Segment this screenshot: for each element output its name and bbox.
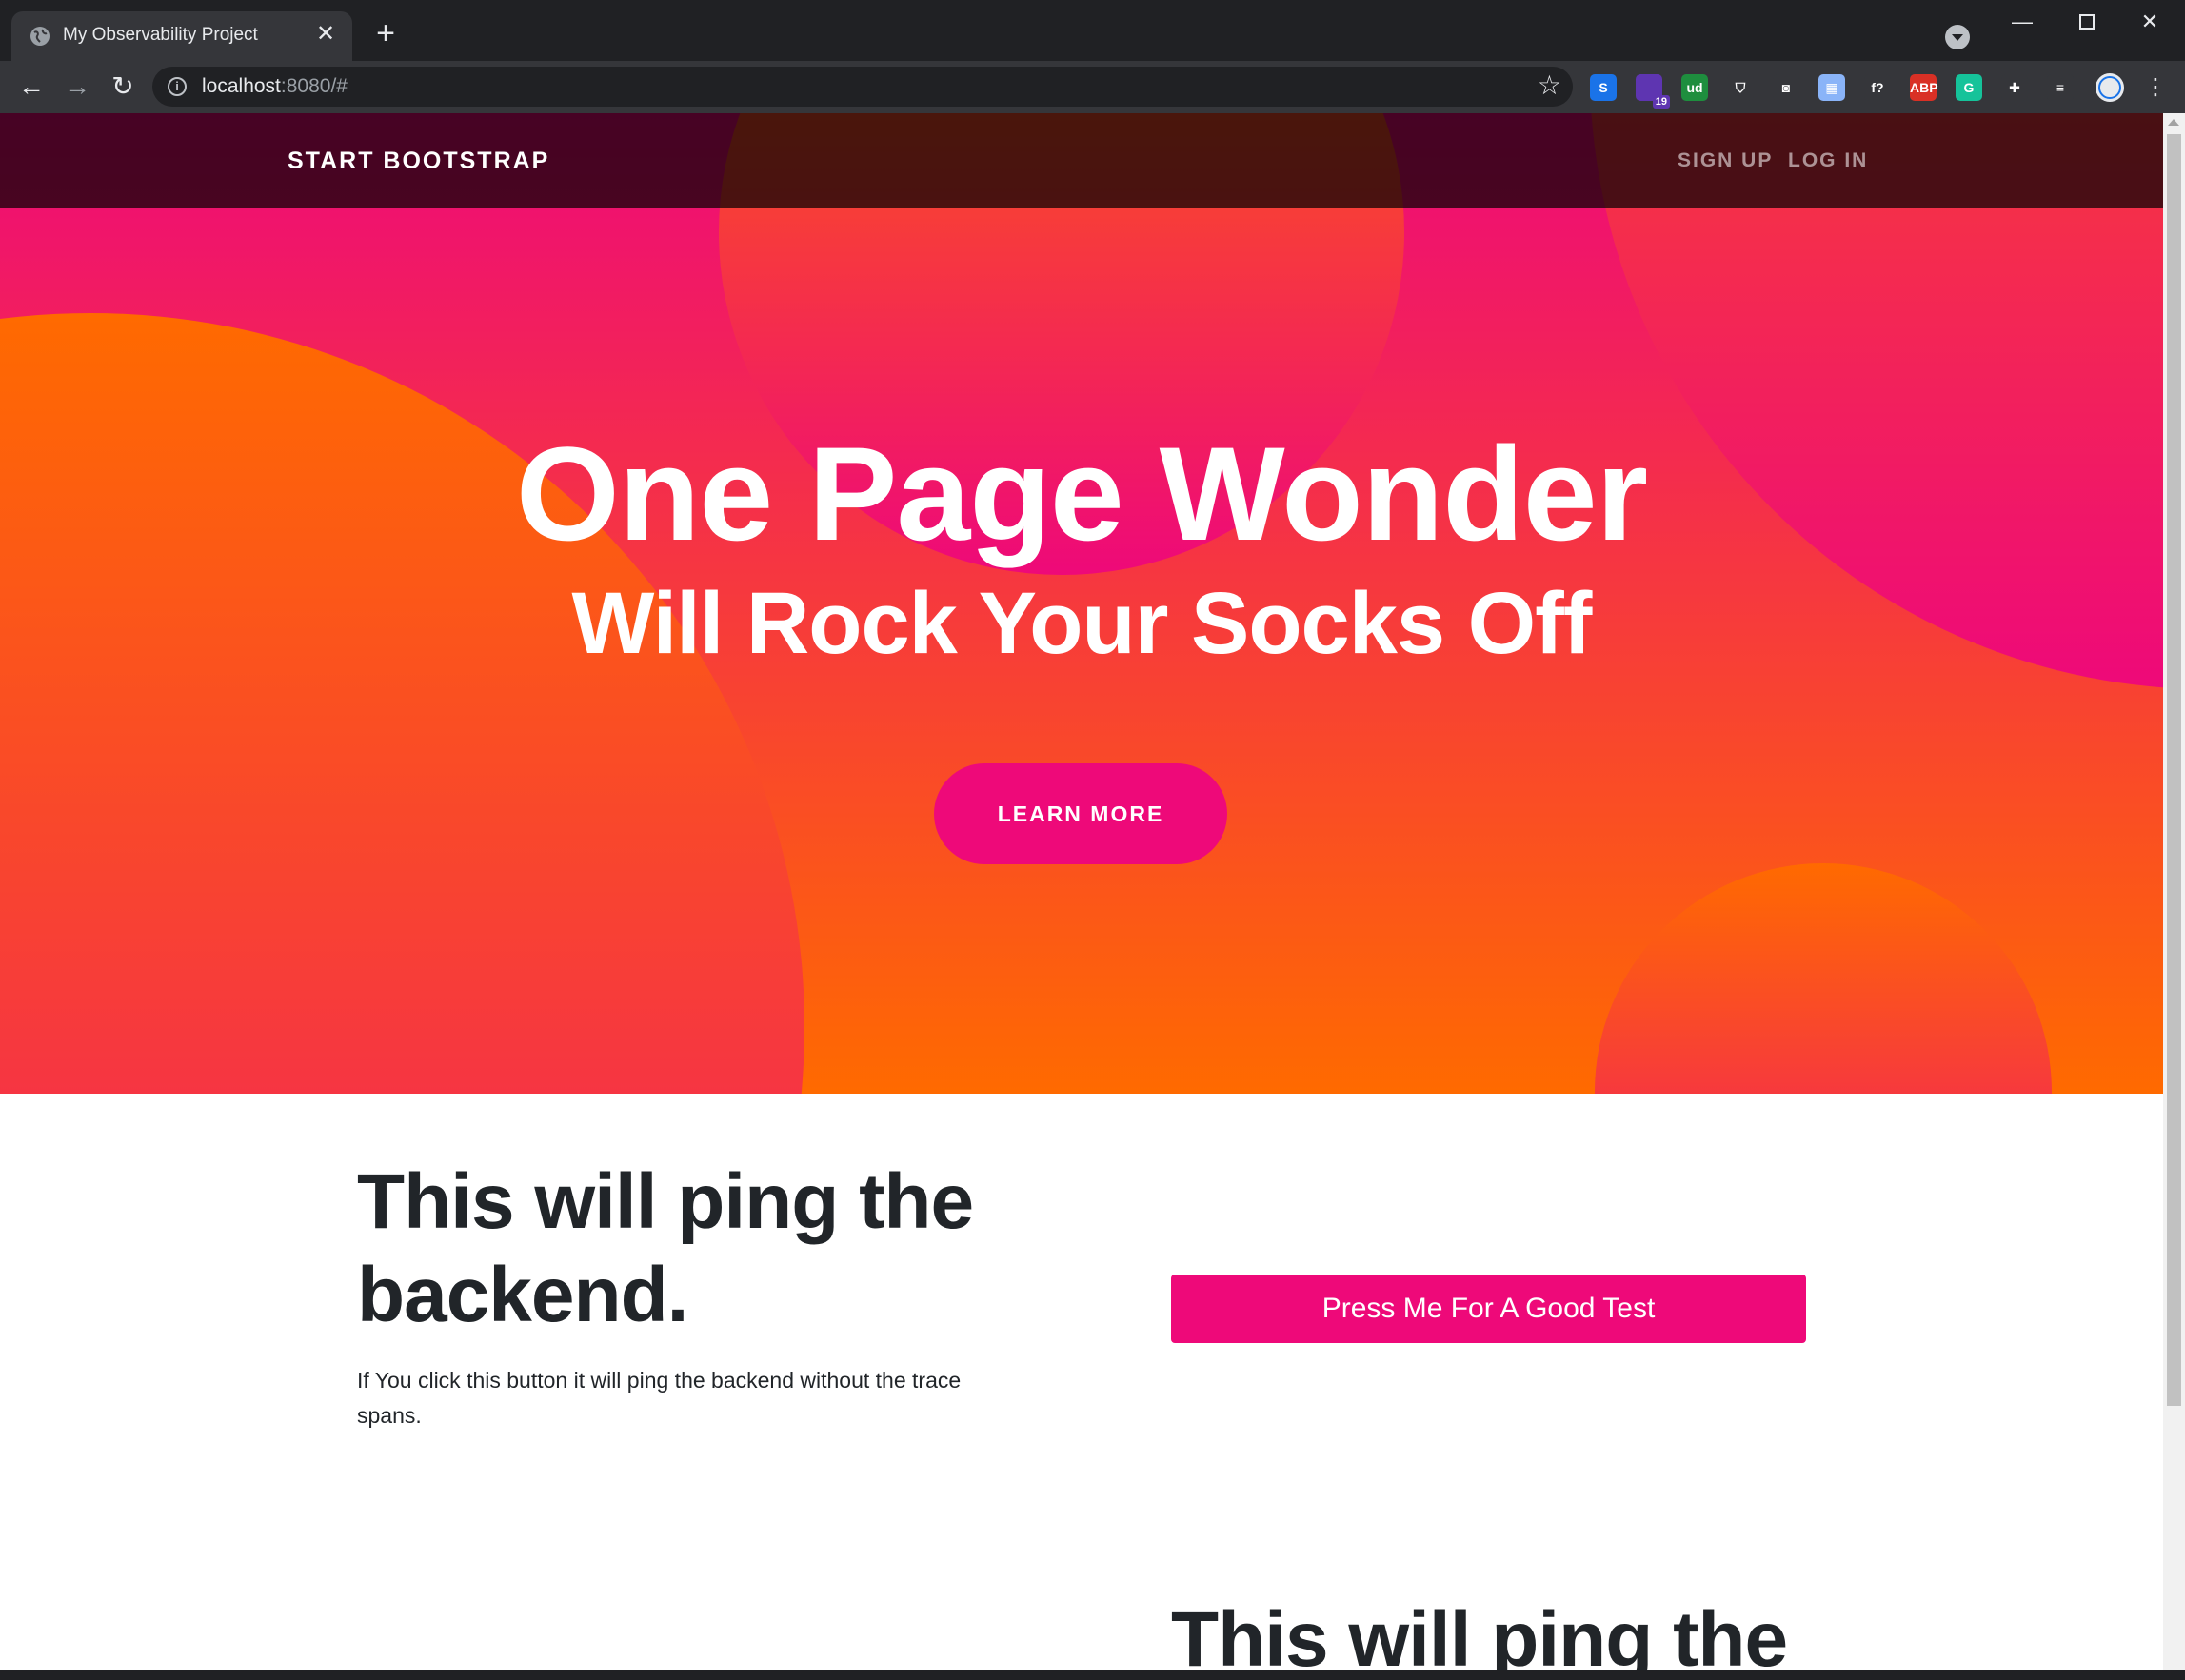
url-path: :8080/# (280, 75, 348, 97)
navbar: START BOOTSTRAP SIGN UP LOG IN (0, 113, 2163, 208)
page-scrollbar[interactable] (2163, 113, 2185, 1680)
minimize-icon[interactable]: — (2003, 8, 2041, 36)
masthead: START BOOTSTRAP SIGN UP LOG IN One Page … (0, 113, 2163, 1094)
adblock-icon[interactable]: ABP (1910, 74, 1938, 101)
maximize-icon[interactable] (2068, 8, 2106, 36)
section-heading-line1: This will ping the (357, 1158, 974, 1245)
learn-more-button[interactable]: LEARN MORE (934, 763, 1227, 864)
extensions-puzzle-icon[interactable]: ✚ (2001, 74, 2028, 101)
reading-list-icon[interactable]: ≡ (2047, 74, 2074, 101)
image-extension-icon[interactable]: ▦ (1818, 74, 1845, 101)
camera-extension-icon[interactable]: ◙ (1773, 74, 1799, 101)
puzzle-badge-icon[interactable]: 19 (1636, 74, 1670, 109)
address-bar[interactable]: i localhost:8080/# ☆ (152, 67, 1573, 107)
page-viewport: START BOOTSTRAP SIGN UP LOG IN One Page … (0, 113, 2163, 1680)
section-description: If You click this button it will ping th… (357, 1368, 962, 1428)
reload-icon[interactable]: ↻ (107, 70, 139, 103)
nav-log-in[interactable]: LOG IN (1788, 149, 1868, 172)
bg-circle-bottom (1595, 863, 2052, 1094)
ud-extension-icon[interactable]: ud (1681, 74, 1708, 101)
close-icon[interactable]: ✕ (312, 21, 339, 48)
bookmark-star-icon[interactable]: ☆ (1538, 71, 1561, 100)
shield-extension-icon[interactable]: ⛉ (1727, 74, 1754, 101)
site-info-icon[interactable]: i (168, 77, 187, 96)
nav-sign-up[interactable]: SIGN UP (1678, 149, 1773, 172)
new-tab-button[interactable]: + (371, 17, 400, 49)
profile-avatar-icon[interactable] (2095, 72, 2125, 103)
grammarly-icon[interactable]: G (1956, 74, 1982, 101)
section-heading-line2: backend. (357, 1252, 688, 1338)
browser-tab-strip: My Observability Project ✕ + — ✕ (0, 0, 2185, 61)
menu-dots-icon[interactable]: ⋮ (2144, 74, 2167, 101)
scroll-up-icon[interactable] (2168, 119, 2179, 126)
brand-link[interactable]: START BOOTSTRAP (288, 148, 549, 175)
section2-heading: This will ping the (1171, 1596, 1788, 1680)
good-test-button[interactable]: Press Me For A Good Test (1171, 1275, 1806, 1343)
scrollbar-thumb[interactable] (2167, 134, 2181, 1406)
globe-icon (30, 27, 50, 46)
browser-tab[interactable]: My Observability Project ✕ (11, 11, 352, 61)
window-close-icon[interactable]: ✕ (2131, 8, 2169, 36)
masthead-subtitle: Will Rock Your Socks Off (571, 575, 1593, 672)
extension-badge: 19 (1652, 95, 1670, 109)
browser-toolbar: ← → ↻ i localhost:8080/# ☆ S 19 ud ⛉ ◙ ▦ f? ABP… (0, 61, 2185, 113)
tab-search-icon[interactable] (1945, 25, 1970, 49)
tab-title: My Observability Project (63, 25, 258, 45)
font-extension-icon[interactable]: f? (1864, 74, 1891, 101)
horizontal-scrollbar (0, 1670, 2185, 1680)
forward-arrow-icon[interactable]: → (61, 70, 93, 103)
url-text[interactable]: localhost:8080/# (202, 75, 348, 98)
masthead-title: One Page Wonder (515, 419, 1648, 568)
url-host: localhost (202, 75, 281, 97)
s-extension-icon[interactable]: S (1590, 74, 1617, 101)
back-arrow-icon[interactable]: ← (15, 70, 48, 103)
